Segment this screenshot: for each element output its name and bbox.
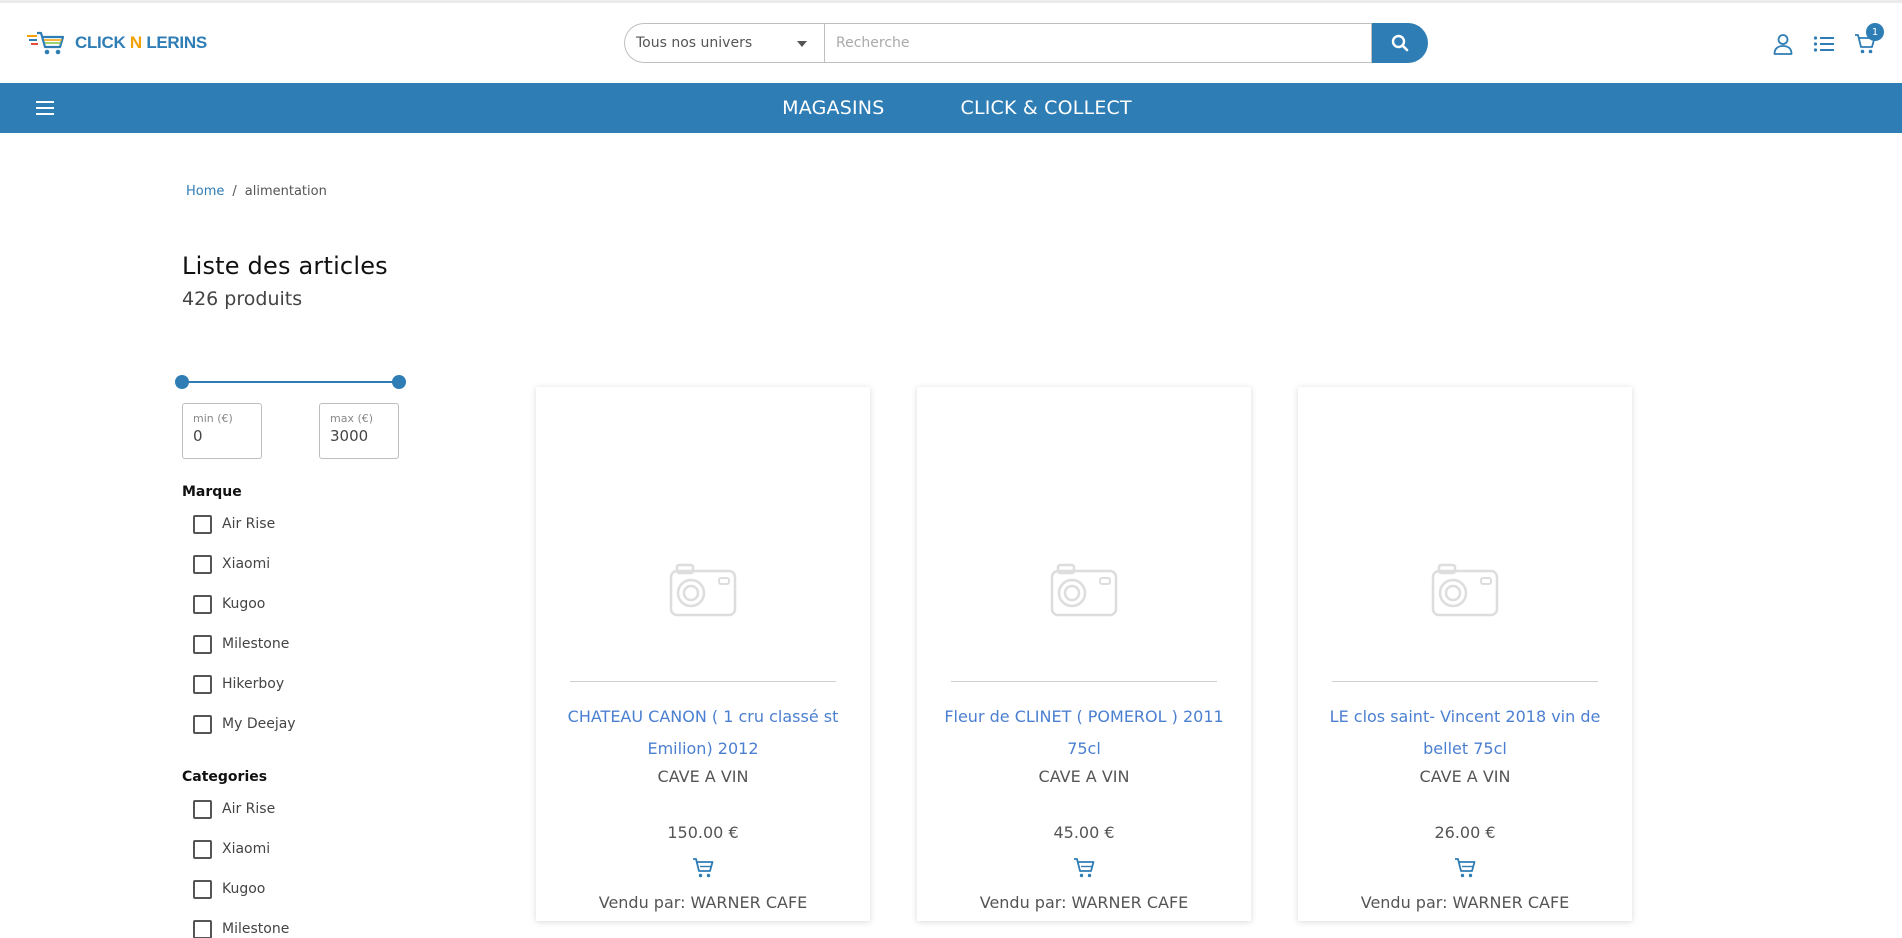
breadcrumb-current: alimentation — [244, 184, 327, 199]
filter-title-marque: Marque — [182, 484, 242, 500]
page-title: Liste des articles — [182, 252, 388, 280]
card-divider — [1332, 681, 1598, 682]
product-price: 26.00 € — [1434, 823, 1496, 842]
product-seller: Vendu par: WARNER CAFE — [598, 893, 808, 912]
checkbox[interactable] — [193, 879, 212, 899]
search-bar: Tous nos univers — [624, 23, 1428, 63]
price-min-label: min (€) — [193, 412, 233, 425]
filter-label: Xiaomi — [222, 841, 271, 857]
filter-checkbox-item[interactable]: Air Rise — [193, 789, 289, 829]
checkbox[interactable] — [193, 799, 212, 819]
search-icon — [1391, 34, 1409, 52]
site-logo[interactable]: CLICK N LERINS — [27, 30, 207, 56]
category-select[interactable]: Tous nos univers — [624, 23, 824, 63]
filter-checkbox-item[interactable]: My Deejay — [193, 704, 296, 744]
filter-checkbox-item[interactable]: Kugoo — [193, 584, 296, 624]
site-header: CLICK N LERINS Tous nos univers Recherch… — [0, 3, 1902, 83]
filter-checkbox-item[interactable]: Xiaomi — [193, 544, 296, 584]
product-card[interactable]: LE clos saint- Vincent 2018 vin de belle… — [1298, 387, 1632, 921]
product-name[interactable]: Fleur de CLINET ( POMEROL ) 2011 75cl — [937, 701, 1231, 765]
product-name[interactable]: CHATEAU CANON ( 1 cru classé st Emilion)… — [556, 701, 850, 765]
product-category: CAVE A VIN — [1419, 767, 1511, 786]
product-category: CAVE A VIN — [1038, 767, 1130, 786]
card-divider — [951, 681, 1217, 682]
product-category: CAVE A VIN — [657, 767, 749, 786]
filter-checkbox-item[interactable]: Milestone — [193, 624, 296, 664]
filter-list-categories: Air Rise Xiaomi Kugoo Milestone — [193, 789, 289, 938]
price-slider-min-handle[interactable] — [175, 375, 189, 389]
price-slider-max-handle[interactable] — [392, 375, 406, 389]
nav-item-magasins[interactable]: MAGASINS — [770, 97, 884, 119]
search-button[interactable] — [1372, 23, 1428, 63]
filter-label: Milestone — [222, 636, 290, 652]
camera-placeholder-icon — [1050, 563, 1118, 617]
list-icon — [1813, 36, 1834, 52]
price-max-label: max (€) — [330, 412, 374, 425]
breadcrumb-home[interactable]: Home — [186, 184, 224, 199]
caret-down-icon — [797, 41, 807, 47]
price-min-field[interactable]: min (€) — [182, 403, 262, 459]
product-price: 150.00 € — [667, 823, 739, 842]
main-nav: MAGASINS CLICK & COLLECT — [0, 83, 1902, 133]
nav-links: MAGASINS CLICK & COLLECT — [0, 83, 1902, 133]
account-button[interactable] — [1770, 31, 1796, 57]
product-card[interactable]: CHATEAU CANON ( 1 cru classé st Emilion)… — [536, 387, 870, 921]
product-seller: Vendu par: WARNER CAFE — [979, 893, 1189, 912]
breadcrumb: Home / alimentation — [186, 184, 327, 199]
product-seller: Vendu par: WARNER CAFE — [1360, 893, 1570, 912]
camera-placeholder-icon — [1431, 563, 1499, 617]
checkbox[interactable] — [193, 554, 212, 574]
card-divider — [570, 681, 836, 682]
add-to-cart-icon[interactable] — [691, 856, 715, 880]
logo-text: CLICK N LERINS — [75, 33, 207, 52]
checkbox[interactable] — [193, 674, 212, 694]
list-button[interactable] — [1811, 31, 1837, 57]
checkbox[interactable] — [193, 839, 212, 859]
filter-title-categories: Categories — [182, 769, 268, 785]
checkbox[interactable] — [193, 919, 212, 938]
filter-checkbox-item[interactable]: Air Rise — [193, 504, 296, 544]
filter-label: My Deejay — [222, 716, 296, 732]
filter-label: Kugoo — [222, 881, 266, 897]
filter-label: Xiaomi — [222, 556, 271, 572]
price-min-input[interactable] — [193, 427, 253, 445]
checkbox[interactable] — [193, 514, 212, 534]
checkbox[interactable] — [193, 634, 212, 654]
checkbox[interactable] — [193, 594, 212, 614]
category-select-value: Tous nos univers — [636, 35, 753, 51]
filter-checkbox-item[interactable]: Hikerboy — [193, 664, 296, 704]
camera-placeholder-icon — [669, 563, 737, 617]
search-input[interactable] — [824, 23, 1372, 63]
product-card[interactable]: Fleur de CLINET ( POMEROL ) 2011 75cl CA… — [917, 387, 1251, 921]
price-max-input[interactable] — [330, 427, 390, 445]
nav-item-click-collect[interactable]: CLICK & COLLECT — [948, 97, 1131, 119]
product-count: 426 produits — [182, 288, 303, 310]
filter-label: Air Rise — [222, 801, 276, 817]
checkbox[interactable] — [193, 714, 212, 734]
filter-label: Hikerboy — [222, 676, 285, 692]
filter-list-marque: Air Rise Xiaomi Kugoo Milestone Hikerboy… — [193, 504, 296, 744]
filter-checkbox-item[interactable]: Kugoo — [193, 869, 289, 909]
price-slider-track[interactable] — [182, 381, 399, 383]
user-icon — [1773, 34, 1793, 55]
filter-checkbox-item[interactable]: Xiaomi — [193, 829, 289, 869]
product-price: 45.00 € — [1053, 823, 1115, 842]
product-name[interactable]: LE clos saint- Vincent 2018 vin de belle… — [1318, 701, 1612, 765]
price-max-field[interactable]: max (€) — [319, 403, 399, 459]
shopping-cart-logo-icon — [27, 31, 65, 55]
filter-label: Air Rise — [222, 516, 276, 532]
filter-checkbox-item[interactable]: Milestone — [193, 909, 289, 938]
cart-count-badge: 1 — [1866, 23, 1884, 41]
filter-label: Milestone — [222, 921, 290, 937]
breadcrumb-separator: / — [232, 184, 237, 199]
filter-label: Kugoo — [222, 596, 266, 612]
add-to-cart-icon[interactable] — [1453, 856, 1477, 880]
add-to-cart-icon[interactable] — [1072, 856, 1096, 880]
